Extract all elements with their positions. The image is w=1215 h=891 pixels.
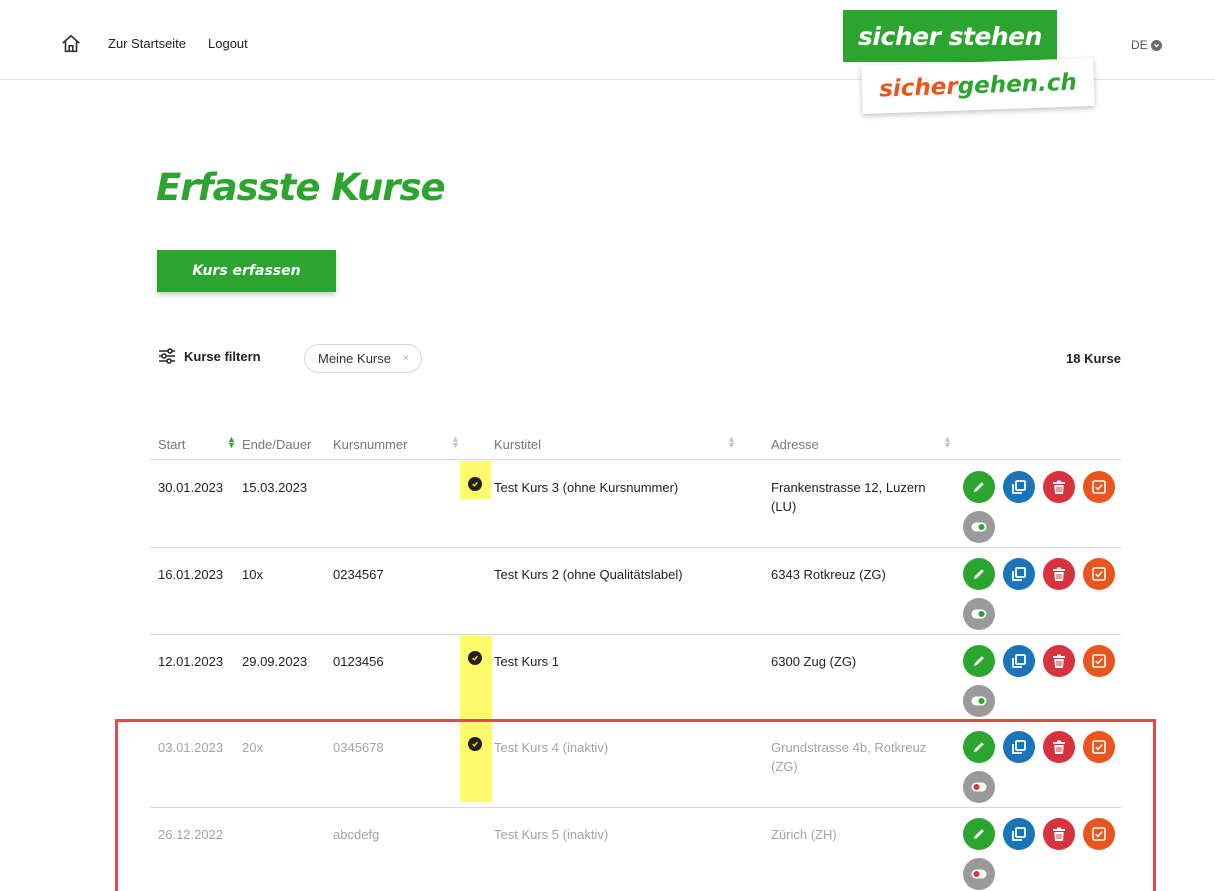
check-circle-icon: [468, 477, 482, 491]
filter-label: Kurse filtern: [184, 348, 261, 364]
cell-address: 6343 Rotkreuz (ZG): [771, 567, 886, 582]
trash-icon: [1053, 567, 1065, 581]
table-header: Start ▲ ▼ Ende/Dauer Kursnummer ▲ ▼ Kursti…: [150, 430, 1121, 460]
logo-sichergehen[interactable]: sicher gehen.ch: [861, 57, 1095, 115]
filter-chip-my-courses: Meine Kurse ×: [304, 344, 422, 373]
delete-button[interactable]: [1043, 645, 1075, 677]
sort-icon[interactable]: ▲ ▼: [727, 435, 736, 450]
filter-toggle[interactable]: Kurse filtern: [158, 348, 261, 364]
language-selector[interactable]: DE: [1131, 38, 1162, 52]
active-toggle-button[interactable]: [963, 598, 995, 630]
copy-icon: [1012, 654, 1026, 668]
trash-icon: [1053, 480, 1065, 494]
mark-complete-button[interactable]: [1083, 558, 1115, 590]
cell-start: 16.01.2023: [158, 567, 224, 582]
pencil-icon: [974, 656, 984, 666]
cell-end: 15.03.2023: [242, 480, 308, 495]
delete-button[interactable]: [1043, 558, 1075, 590]
language-label: DE: [1131, 38, 1148, 52]
cell-end: 10x: [242, 567, 263, 582]
inactive-courses-highlight: [115, 719, 1156, 891]
sliders-icon: [159, 348, 175, 364]
edit-button[interactable]: [963, 471, 995, 503]
cell-start: 12.01.2023: [158, 654, 224, 669]
cell-start: 30.01.2023: [158, 480, 224, 495]
cell-course-number: 0234567: [333, 567, 384, 582]
toggle-icon: [971, 609, 987, 619]
column-header-start[interactable]: Start: [158, 437, 185, 452]
cell-course-title[interactable]: Test Kurs 2 (ohne Qualitätslabel): [494, 565, 683, 584]
copy-icon: [1012, 480, 1026, 494]
cell-end: 29.09.2023: [242, 654, 308, 669]
sort-icon[interactable]: ▲ ▼: [943, 435, 952, 450]
checkbox-icon: [1092, 480, 1106, 494]
column-header-address[interactable]: Adresse: [771, 437, 819, 452]
cell-address: 6300 Zug (ZG): [771, 654, 857, 669]
check-circle-icon: [468, 651, 482, 665]
copy-icon: [1012, 567, 1026, 581]
sort-icon[interactable]: ▲ ▼: [451, 435, 460, 450]
trash-icon: [1053, 654, 1065, 668]
cell-course-number: 0123456: [333, 654, 384, 669]
logout-link[interactable]: Logout: [208, 36, 248, 51]
sort-icon[interactable]: ▲ ▼: [227, 435, 236, 450]
logo-sicher-stehen[interactable]: sicher stehen: [843, 10, 1057, 62]
checkbox-icon: [1092, 567, 1106, 581]
column-header-title[interactable]: Kurstitel: [494, 437, 541, 452]
active-toggle-button[interactable]: [963, 685, 995, 717]
checkbox-icon: [1092, 654, 1106, 668]
pencil-icon: [974, 569, 984, 579]
cell-course-title[interactable]: Test Kurs 1: [494, 652, 559, 671]
toggle-icon: [971, 522, 987, 532]
copy-button[interactable]: [1003, 645, 1035, 677]
home-icon[interactable]: [60, 33, 82, 55]
cell-course-title[interactable]: Test Kurs 3 (ohne Kursnummer): [494, 478, 678, 497]
delete-button[interactable]: [1043, 471, 1075, 503]
mark-complete-button[interactable]: [1083, 645, 1115, 677]
copy-button[interactable]: [1003, 471, 1035, 503]
cell-address: Frankenstrasse 12, Luzern (LU): [771, 480, 926, 514]
edit-button[interactable]: [963, 558, 995, 590]
active-toggle-button[interactable]: [963, 511, 995, 543]
pencil-icon: [974, 482, 984, 492]
mark-complete-button[interactable]: [1083, 471, 1115, 503]
close-icon[interactable]: ×: [403, 353, 409, 364]
column-header-number[interactable]: Kursnummer: [333, 437, 407, 452]
table-row: 30.01.2023 15.03.2023 Test Kurs 3 (ohne …: [150, 461, 1121, 548]
toggle-icon: [971, 696, 987, 706]
page-title: Erfasste Kurse: [156, 166, 446, 209]
result-count: 18 Kurse: [1066, 351, 1121, 366]
table-row: 16.01.2023 10x 0234567 Test Kurs 2 (ohne…: [150, 548, 1121, 635]
table-row: 12.01.2023 29.09.2023 0123456 Test Kurs …: [150, 635, 1121, 721]
column-header-end[interactable]: Ende/Dauer: [242, 437, 311, 452]
copy-button[interactable]: [1003, 558, 1035, 590]
home-link[interactable]: Zur Startseite: [108, 36, 186, 51]
create-course-button[interactable]: Kurs erfassen: [157, 250, 336, 292]
chevron-down-icon: [1150, 39, 1162, 51]
filter-chip-label: Meine Kurse: [318, 351, 391, 366]
edit-button[interactable]: [963, 645, 995, 677]
